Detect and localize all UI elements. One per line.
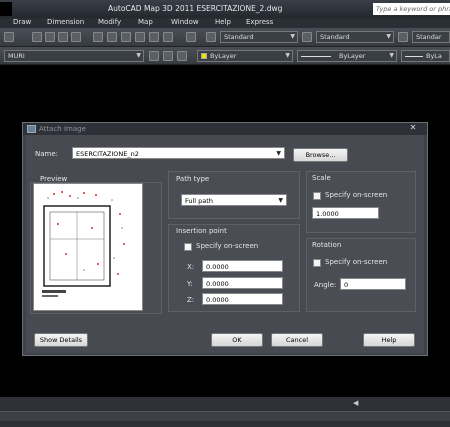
rotation-specify-checkbox[interactable]	[313, 259, 321, 267]
menu-modify[interactable]: Modify	[98, 18, 121, 26]
x-label: X:	[187, 263, 195, 271]
rotation-group	[306, 238, 416, 312]
title-bar: AutoCAD Map 3D 2011 ESERCITAZIONE_2.dwg …	[0, 0, 450, 18]
zoom-realtime-icon[interactable]	[45, 32, 55, 42]
path-type-label: Path type	[176, 175, 210, 183]
layer-previous-icon[interactable]	[163, 51, 173, 61]
lineweight-sample-icon	[405, 55, 423, 57]
show-details-button[interactable]: Show Details	[34, 333, 88, 347]
chevron-down-icon: ▼	[290, 33, 295, 40]
zoom-previous-icon[interactable]	[71, 32, 81, 42]
lineweight-value: ByLa	[426, 52, 442, 60]
scroll-left-icon[interactable]: ◀	[353, 399, 363, 409]
chevron-down-icon: ▼	[386, 33, 391, 40]
menu-help[interactable]: Help	[215, 18, 231, 26]
scale-label: Scale	[312, 174, 331, 182]
sheet-set-icon[interactable]	[135, 32, 145, 42]
layer-combo[interactable]: MURI ▼	[4, 50, 144, 62]
name-label: Name:	[35, 150, 59, 158]
menu-window[interactable]: Window	[171, 18, 199, 26]
help-icon[interactable]	[186, 32, 196, 42]
name-select[interactable]: ESERCITAZIONE_n2 ▼	[72, 147, 285, 159]
dim-style-icon[interactable]	[302, 32, 312, 42]
close-icon[interactable]: ✕	[401, 123, 425, 133]
scale-input[interactable]: 1.0000	[312, 207, 379, 219]
markup-icon[interactable]	[149, 32, 159, 42]
layers-toolbar: MURI ▼ ByLayer ▼ ByLayer ▼ ByLa	[0, 47, 450, 65]
z-input[interactable]: 0.0000	[202, 293, 283, 305]
color-combo[interactable]: ByLayer ▼	[197, 50, 293, 62]
search-input[interactable]: Type a keyword or phras	[373, 3, 450, 15]
lineweight-combo[interactable]: ByLa	[401, 50, 450, 62]
help-button[interactable]: Help	[363, 333, 415, 347]
dialog-app-icon	[27, 125, 36, 133]
name-value: ESERCITAZIONE_n2	[76, 150, 139, 158]
scale-specify-checkbox[interactable]	[313, 192, 321, 200]
design-center-icon[interactable]	[107, 32, 117, 42]
cancel-button[interactable]: Cancel	[271, 333, 323, 347]
text-style-icon[interactable]	[206, 32, 216, 42]
make-current-layer-icon[interactable]	[149, 51, 159, 61]
insertion-point-label: Insertion point	[176, 227, 227, 235]
linetype-combo[interactable]: ByLayer ▼	[297, 50, 397, 62]
layer-value: MURI	[8, 52, 25, 60]
path-type-value: Full path	[185, 197, 213, 205]
color-swatch-icon	[201, 53, 207, 59]
menu-bar: Draw Dimension Modify Map Window Help Ex…	[0, 18, 450, 28]
angle-label: Angle:	[314, 281, 337, 289]
menu-express[interactable]: Express	[246, 18, 273, 26]
preview-image	[33, 183, 143, 311]
color-value: ByLayer	[210, 52, 237, 60]
undo-icon[interactable]	[4, 32, 14, 42]
path-type-select[interactable]: Full path ▼	[181, 194, 287, 206]
chevron-down-icon: ▼	[285, 52, 290, 59]
ok-button[interactable]: OK	[211, 333, 263, 347]
app-menu-button[interactable]	[0, 2, 12, 16]
x-input[interactable]: 0.0000	[202, 260, 283, 272]
text-style-combo[interactable]: Standard ▼	[220, 31, 298, 43]
menu-map[interactable]: Map	[138, 18, 153, 26]
browse-button[interactable]: Browse...	[293, 148, 348, 162]
quickcalc-icon[interactable]	[163, 32, 173, 42]
linetype-value: ByLayer	[339, 52, 366, 60]
pan-icon[interactable]	[32, 32, 42, 42]
table-style-combo[interactable]: Standar	[412, 31, 450, 43]
tool-palettes-icon[interactable]	[121, 32, 131, 42]
rotation-specify-label: Specify on-screen	[325, 258, 388, 266]
dim-style-value: Standard	[320, 33, 350, 41]
preview-drawing-icon	[42, 191, 125, 297]
table-style-icon[interactable]	[398, 32, 408, 42]
chevron-down-icon: ▼	[278, 197, 283, 204]
insertion-specify-label: Specify on-screen	[196, 242, 259, 250]
scale-specify-label: Specify on-screen	[325, 191, 388, 199]
chevron-down-icon: ▼	[136, 52, 141, 59]
zoom-window-icon[interactable]	[58, 32, 68, 42]
z-label: Z:	[187, 296, 195, 304]
rotation-label: Rotation	[312, 241, 342, 249]
table-style-value: Standar	[416, 33, 442, 41]
status-area: ◀	[0, 397, 450, 427]
standard-toolbar: Standard ▼ Standard ▼ Standar	[0, 28, 450, 47]
dialog-title: Attach Image	[39, 125, 86, 133]
y-label: Y:	[187, 280, 193, 288]
dim-style-combo[interactable]: Standard ▼	[316, 31, 394, 43]
y-input[interactable]: 0.0000	[202, 277, 283, 289]
angle-input[interactable]: 0	[340, 278, 406, 290]
layer-states-icon[interactable]	[177, 51, 187, 61]
linetype-sample-icon	[301, 55, 331, 57]
properties-icon[interactable]	[93, 32, 103, 42]
dialog-caption: Attach Image ✕	[23, 123, 427, 135]
text-style-value: Standard	[224, 33, 254, 41]
window-title: AutoCAD Map 3D 2011 ESERCITAZIONE_2.dwg	[108, 4, 283, 13]
chevron-down-icon: ▼	[276, 150, 281, 157]
menu-draw[interactable]: Draw	[13, 18, 31, 26]
menu-dimension[interactable]: Dimension	[47, 18, 84, 26]
insertion-specify-checkbox[interactable]	[184, 243, 192, 251]
chevron-down-icon: ▼	[389, 52, 394, 59]
horizontal-scrollbar[interactable]	[0, 411, 450, 421]
